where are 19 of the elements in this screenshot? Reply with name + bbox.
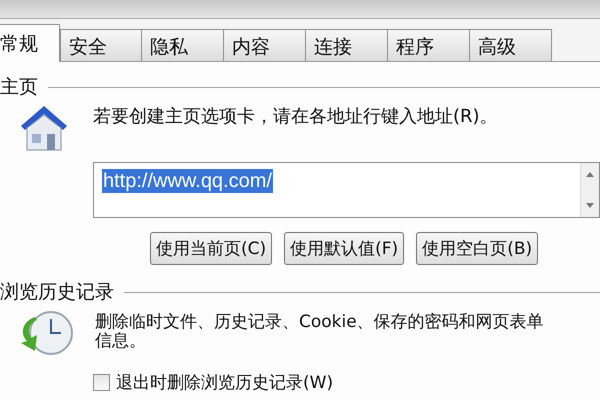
tab[interactable]: 程序 — [388, 29, 470, 61]
action-button[interactable]: 使用空白页(B) — [416, 232, 538, 265]
tab[interactable]: 常规 — [0, 24, 60, 62]
description: 若要创建主页选项卡，请在各地址行键入地址(R)。 — [93, 105, 498, 129]
checkbox[interactable] — [93, 374, 110, 391]
section-title: 主页 — [0, 75, 38, 100]
tab[interactable]: 连接 — [306, 29, 388, 61]
tab[interactable]: 内容 — [224, 29, 306, 61]
action-button[interactable]: 使用当前页(C) — [150, 232, 272, 265]
section-title: 浏览历史记录 — [0, 280, 114, 305]
tab[interactable]: 隐私 — [142, 29, 224, 61]
tab[interactable]: 高级 — [470, 29, 552, 61]
tab[interactable]: 安全 — [60, 29, 142, 61]
address-field[interactable]: http://www.qq.com/ — [93, 162, 600, 218]
action-button[interactable]: 使用默认值(F) — [284, 232, 404, 265]
description: 删除临时文件、历史记录、Cookie、保存的密码和网页表单信息。 — [95, 311, 545, 353]
checkbox-label: 退出时删除浏览历史记录(W) — [116, 372, 334, 394]
scroll-arrows-icon[interactable] — [580, 163, 599, 217]
address-text: http://www.qq.com/ — [102, 169, 273, 193]
